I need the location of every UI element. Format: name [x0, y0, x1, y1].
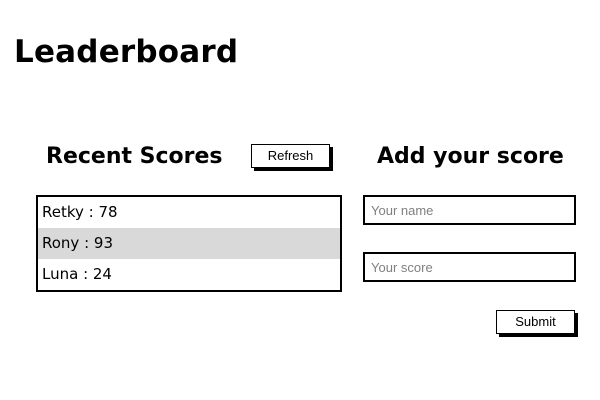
- score-row[interactable]: Retky : 78: [38, 197, 340, 228]
- score-row[interactable]: Luna : 24: [38, 259, 340, 290]
- refresh-button[interactable]: Refresh: [251, 144, 330, 168]
- submit-button[interactable]: Submit: [496, 310, 575, 334]
- recent-scores-heading: Recent Scores: [46, 144, 223, 169]
- score-input[interactable]: [363, 252, 576, 282]
- add-score-heading: Add your score: [377, 144, 564, 169]
- name-input[interactable]: [363, 195, 576, 225]
- page-title: Leaderboard: [14, 34, 239, 70]
- score-row-selected[interactable]: Rony : 93: [38, 228, 340, 259]
- score-list: Retky : 78 Rony : 93 Luna : 24: [36, 195, 342, 292]
